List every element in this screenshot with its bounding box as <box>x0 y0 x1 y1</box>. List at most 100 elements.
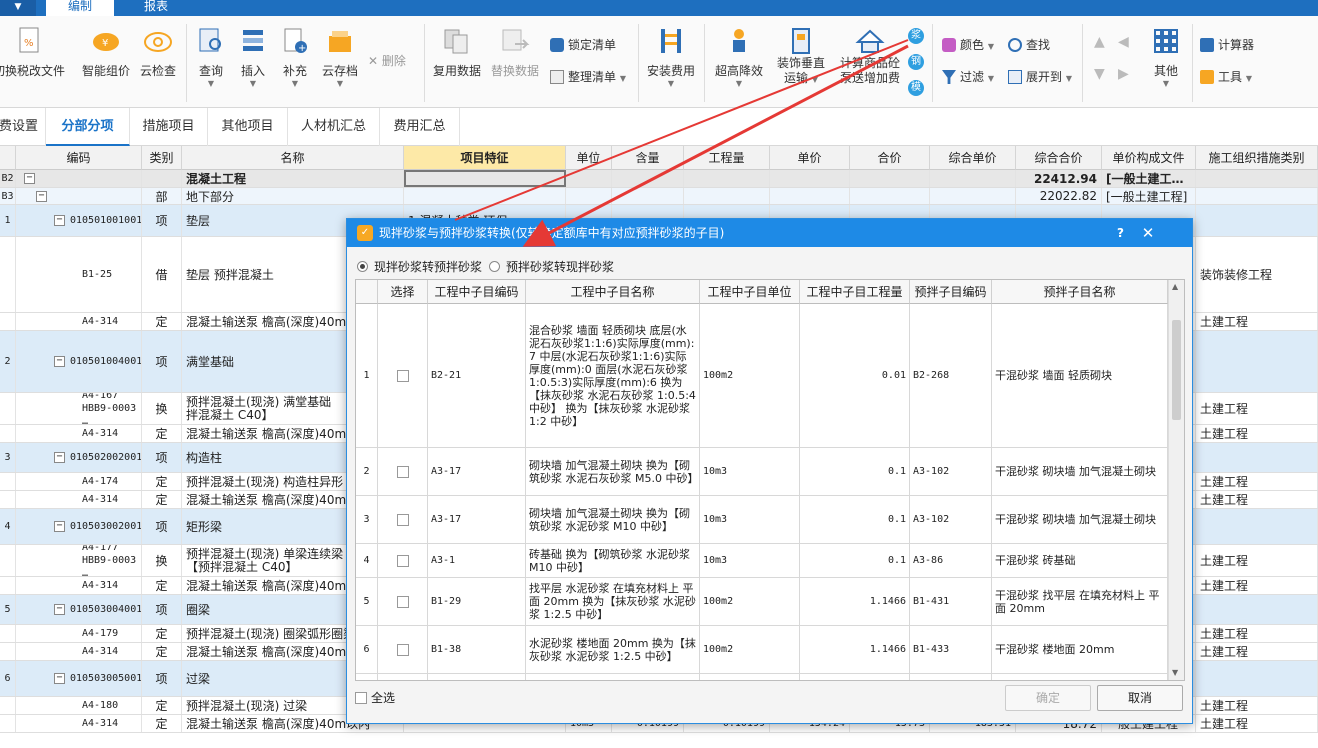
grid-header-unit-price[interactable]: 单价 <box>770 146 850 170</box>
supplement-button[interactable]: + 补充 ▼ <box>276 26 314 88</box>
cloud-archive-button[interactable]: 云存档 ▼ <box>318 26 362 88</box>
tab-sub-items[interactable]: 分部分项 <box>46 108 130 146</box>
conversion-row[interactable]: 1 B2-21 混合砂浆 墙面 轻质砌块 底层(水泥石灰砂浆1:1:6)实际厚度(m… <box>356 304 1168 448</box>
tab-edit[interactable]: 编制 <box>46 0 115 16</box>
replace-data-button[interactable]: 替换数据 <box>488 26 542 79</box>
row-org-category: 土建工程 <box>1196 473 1318 490</box>
grid-header-code[interactable]: 编码 <box>16 146 142 170</box>
insert-button[interactable]: 插入 ▼ <box>234 26 272 88</box>
row-checkbox[interactable] <box>396 513 409 526</box>
row-code-label: B1-25 <box>82 269 113 280</box>
row-quantity: 1.1466 <box>800 626 910 673</box>
reuse-data-label: 复用数据 <box>432 64 481 78</box>
conversion-row[interactable]: 3 A3-17 砌块墙 加气混凝土砌块 换为【砌筑砂浆 水泥砂浆 M10 中砂】 10… <box>356 496 1168 544</box>
calculator-button[interactable]: 计算器 <box>1200 36 1254 54</box>
grid-header-amount[interactable]: 合价 <box>850 146 930 170</box>
help-button[interactable]: ? <box>1117 219 1124 247</box>
grid-header-composite-price[interactable]: 综合单价 <box>930 146 1016 170</box>
collapse-icon[interactable]: − <box>54 356 65 367</box>
row-select <box>378 448 428 495</box>
row-org-category <box>1196 170 1318 187</box>
delete-icon: ✕ <box>368 54 382 68</box>
collapse-icon[interactable]: − <box>54 604 65 615</box>
app-menu-button[interactable]: ▼ <box>0 0 36 16</box>
radio-mix-to-premix[interactable]: 现拌砂浆转预拌砂浆 <box>357 259 482 275</box>
steel-side-button[interactable]: 钢 <box>908 54 924 70</box>
table-row[interactable]: B2− 混凝土工程 22412.94 [一般土建工… <box>0 170 1318 188</box>
move-right-icon[interactable]: ▶ <box>1118 66 1129 82</box>
query-button[interactable]: 查询 ▼ <box>192 26 230 88</box>
tab-report[interactable]: 报表 <box>122 0 190 16</box>
high-efficiency-label: 超高降效 <box>714 64 763 78</box>
row-code-label: A4-167 <box>82 393 119 401</box>
grid-header-quantity[interactable]: 工程量 <box>684 146 770 170</box>
conversion-row[interactable]: 6 B1-38 水泥砂浆 楼地面 20mm 换为【抹灰砂浆 水泥砂浆 1:2.5 中… <box>356 626 1168 674</box>
grid-header-content[interactable]: 含量 <box>612 146 684 170</box>
grid-header-feature[interactable]: 项目特征 <box>404 146 566 170</box>
organize-list-button[interactable]: 整理清单 ▼ <box>550 68 626 86</box>
tools-button[interactable]: 工具 ▼ <box>1200 68 1252 86</box>
table-scrollbar[interactable]: ▲ ▼ <box>1168 280 1184 680</box>
move-left-icon[interactable]: ◀ <box>1118 34 1129 50</box>
grid-header-type[interactable]: 类别 <box>142 146 182 170</box>
table-row[interactable]: B3 − 部地下部分 22022.82 [一般土建工程] <box>0 188 1318 205</box>
collapse-icon[interactable]: − <box>54 215 65 226</box>
move-up-icon[interactable]: ▲ <box>1094 34 1105 50</box>
cloud-check-icon <box>144 32 172 52</box>
expand-to-button[interactable]: 展开到 ▼ <box>1008 68 1072 86</box>
scroll-down-icon[interactable]: ▼ <box>1172 668 1178 677</box>
row-checkbox[interactable] <box>396 595 409 608</box>
row-checkbox[interactable] <box>396 643 409 656</box>
mortar-side-button[interactable]: 浆 <box>908 28 924 44</box>
conversion-row[interactable]: 7 B1-38水泥砂浆 楼地面 20mm100m23.2585B1-433干混砂浆… <box>356 674 1168 680</box>
conversion-row[interactable]: 2 A3-17 砌块墙 加气混凝土砌块 换为【砌筑砂浆 水泥石灰砂浆 M5.0 中砂… <box>356 448 1168 496</box>
grid-header-name[interactable]: 名称 <box>182 146 404 170</box>
filter-button[interactable]: 过滤 ▼ <box>942 68 994 86</box>
concrete-pump-button[interactable]: 计算商品砼 泵送增加费 <box>836 26 904 86</box>
grid-header-price-file[interactable]: 单价构成文件 <box>1102 146 1196 170</box>
vertical-transport-button[interactable]: 装饰垂直 运输 ▼ <box>772 26 830 87</box>
row-org-category: 土建工程 <box>1196 545 1318 576</box>
grid-header-composite-total[interactable]: 综合合价 <box>1016 146 1102 170</box>
delete-button[interactable]: ✕ 删除 <box>368 52 406 70</box>
close-button[interactable]: ✕ <box>1137 219 1159 247</box>
switch-tax-file-button[interactable]: % 切换税改文件 <box>0 26 66 79</box>
collapse-icon[interactable]: − <box>54 521 65 532</box>
tab-labor-material-summary[interactable]: 人材机汇总 <box>288 108 380 146</box>
cancel-button[interactable]: 取消 <box>1097 685 1183 711</box>
install-fee-button[interactable]: 安装费用 ▼ <box>644 26 698 88</box>
move-down-icon[interactable]: ▼ <box>1094 66 1105 82</box>
scrollbar-thumb[interactable] <box>1172 320 1181 420</box>
collapse-icon[interactable]: − <box>54 452 65 463</box>
collapse-icon[interactable]: − <box>24 173 35 184</box>
ok-button[interactable]: 确定 <box>1005 685 1091 711</box>
smart-price-button[interactable]: ¥ 智能组价 <box>80 26 132 79</box>
radio-premix-to-mix[interactable]: 预拌砂浆转现拌砂浆 <box>489 259 614 275</box>
other-button[interactable]: 其他 ▼ <box>1146 26 1186 88</box>
tab-other-items[interactable]: 其他项目 <box>208 108 288 146</box>
select-all-checkbox[interactable]: 全选 <box>355 691 395 705</box>
grid-header-unit[interactable]: 单位 <box>566 146 612 170</box>
high-efficiency-button[interactable]: 超高降效 ▼ <box>710 26 768 88</box>
lock-list-button[interactable]: 锁定清单 <box>550 36 616 54</box>
collapse-icon[interactable]: − <box>36 190 47 202</box>
grid-header-index <box>0 146 16 170</box>
color-button[interactable]: 颜色 ▼ <box>942 36 994 54</box>
grid-header-org-category[interactable]: 施工组织措施类别 <box>1196 146 1318 170</box>
tab-measures[interactable]: 措施项目 <box>130 108 208 146</box>
conversion-row[interactable]: 4 A3-1 砖基础 换为【砌筑砂浆 水泥砂浆 M10 中砂】 10m3 0.1 A3-8… <box>356 544 1168 578</box>
mold-side-button[interactable]: 模 <box>908 80 924 96</box>
conversion-row[interactable]: 5 B1-29 找平层 水泥砂浆 在填充材料上 平面 20mm 换为【抹灰砂浆 水泥… <box>356 578 1168 626</box>
collapse-icon[interactable]: − <box>54 673 65 684</box>
reuse-data-button[interactable]: 复用数据 <box>430 26 484 79</box>
row-index: B2 <box>0 170 16 187</box>
row-checkbox[interactable] <box>396 554 409 567</box>
row-checkbox[interactable] <box>396 465 409 478</box>
tab-fee-settings[interactable]: 费设置 <box>0 108 46 146</box>
scroll-up-icon[interactable]: ▲ <box>1172 282 1178 291</box>
tab-fee-summary[interactable]: 费用汇总 <box>380 108 460 146</box>
row-checkbox[interactable] <box>396 369 409 382</box>
cloud-check-button[interactable]: 云检查 <box>136 26 180 79</box>
find-button[interactable]: 查找 <box>1008 36 1050 54</box>
select-all-box[interactable] <box>355 692 367 704</box>
